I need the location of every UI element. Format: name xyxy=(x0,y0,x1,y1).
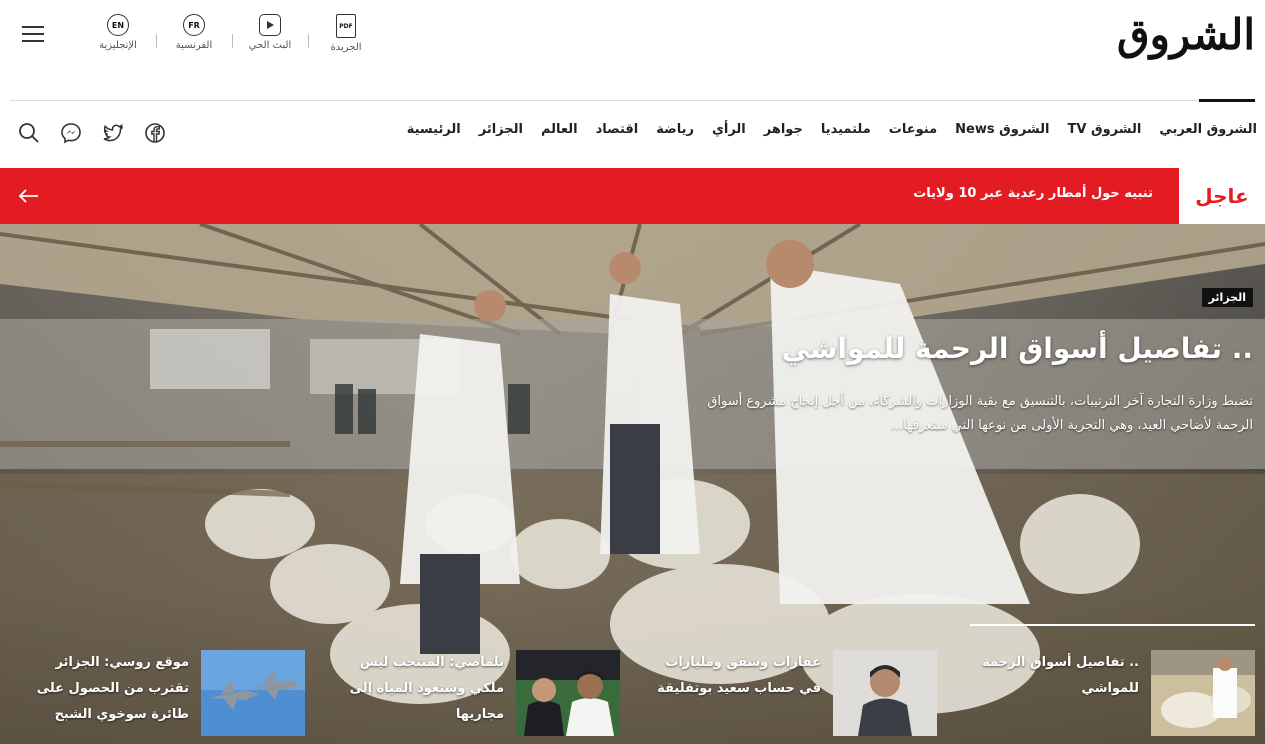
quick-link-french[interactable]: FR الفرنسية xyxy=(156,8,232,53)
sheep-market-thumb xyxy=(1151,650,1255,736)
man-portrait-thumb xyxy=(833,650,937,736)
related-article[interactable]: بلماضي: المنتخب ليس ملكي وستعود المياه إ… xyxy=(320,648,620,738)
pdf-icon: PDF xyxy=(336,14,356,38)
search-icon[interactable] xyxy=(18,122,40,144)
header-divider xyxy=(10,100,1255,101)
related-article-title: .. تفاصيل أسواق الرحمة للمواشي xyxy=(982,655,1139,696)
nav-item-jewels[interactable]: جواهر xyxy=(764,122,803,137)
hero-article[interactable]: الجزائر .. تفاصيل أسواق الرحمة للمواشي ت… xyxy=(0,224,1265,744)
nav-item-economy[interactable]: اقتصاد xyxy=(596,122,639,137)
fr-icon: FR xyxy=(183,14,205,36)
nav-item-multimedia[interactable]: ملتميديا xyxy=(821,122,871,137)
related-article-title: موقع روسي: الجزائر تقترب من الحصول على ط… xyxy=(36,655,189,722)
quick-link-live[interactable]: البث الحي xyxy=(232,8,308,53)
quick-links: EN الإنجليزية FR الفرنسية البث الحي PDF … xyxy=(80,8,384,53)
nav-item-arabi[interactable]: الشروق العربي xyxy=(1159,122,1257,137)
hero-excerpt: تضبط وزارة التجارة آخر الترتيبات، بالتنس… xyxy=(707,394,1253,433)
nav-item-tv[interactable]: الشروق TV xyxy=(1067,122,1141,137)
nav-item-world[interactable]: العالم xyxy=(541,122,578,137)
en-icon: EN xyxy=(107,14,129,36)
site-logo[interactable]: الشروق xyxy=(1117,10,1256,59)
nav-item-algeria[interactable]: الجزائر xyxy=(479,122,523,137)
nav-item-home[interactable]: الرئيسية xyxy=(407,122,461,137)
quick-link-newspaper[interactable]: PDF الجريدة xyxy=(308,8,384,53)
play-icon xyxy=(259,14,281,36)
related-article[interactable]: عقارات وشقق ومليارات في حساب سعيد بوتفلي… xyxy=(637,648,937,738)
twitter-icon[interactable] xyxy=(102,122,124,144)
top-bar: EN الإنجليزية FR الفرنسية البث الحي PDF … xyxy=(0,0,1265,100)
jets-thumb xyxy=(201,650,305,736)
quick-link-label: البث الحي xyxy=(248,40,292,51)
breaking-headline[interactable]: تنبيه حول أمطار رعدية عبر 10 ولايات xyxy=(913,186,1153,201)
nav-item-misc[interactable]: منوعات xyxy=(889,122,937,137)
facebook-icon[interactable] xyxy=(144,122,166,144)
main-menu: الرئيسية الجزائر العالم اقتصاد رياضة الر… xyxy=(407,122,1257,137)
related-articles: .. تفاصيل أسواق الرحمة للمواشي عقارات وش… xyxy=(0,648,1265,744)
quick-link-label: الفرنسية xyxy=(175,40,213,51)
players-thumb xyxy=(516,650,620,736)
hero-title[interactable]: .. تفاصيل أسواق الرحمة للمواشي xyxy=(782,332,1253,365)
related-article-title: عقارات وشقق ومليارات في حساب سعيد بوتفلي… xyxy=(657,655,821,696)
related-article[interactable]: .. تفاصيل أسواق الرحمة للمواشي xyxy=(955,648,1255,738)
nav-item-opinion[interactable]: الرأي xyxy=(712,122,746,137)
category-badge[interactable]: الجزائر xyxy=(1201,288,1253,307)
related-article-title: بلماضي: المنتخب ليس ملكي وستعود المياه إ… xyxy=(349,655,504,722)
menu-icon[interactable] xyxy=(22,26,44,44)
quick-link-english[interactable]: EN الإنجليزية xyxy=(80,8,156,53)
navigation-bar: الرئيسية الجزائر العالم اقتصاد رياضة الر… xyxy=(0,112,1265,156)
breaking-news-bar: عاجل تنبيه حول أمطار رعدية عبر 10 ولايات xyxy=(0,168,1265,224)
messenger-icon[interactable] xyxy=(60,122,82,144)
active-related-indicator xyxy=(970,624,1255,626)
nav-item-news[interactable]: الشروق News xyxy=(955,122,1049,137)
related-article[interactable]: موقع روسي: الجزائر تقترب من الحصول على ط… xyxy=(5,648,305,738)
social-icons xyxy=(18,122,166,144)
nav-item-sport[interactable]: رياضة xyxy=(656,122,694,137)
arrow-left-icon[interactable] xyxy=(18,186,40,206)
quick-link-label: الإنجليزية xyxy=(99,40,137,51)
breaking-label: عاجل xyxy=(1179,168,1265,224)
header-divider-accent xyxy=(1199,99,1255,102)
quick-link-label: الجريدة xyxy=(330,42,362,53)
